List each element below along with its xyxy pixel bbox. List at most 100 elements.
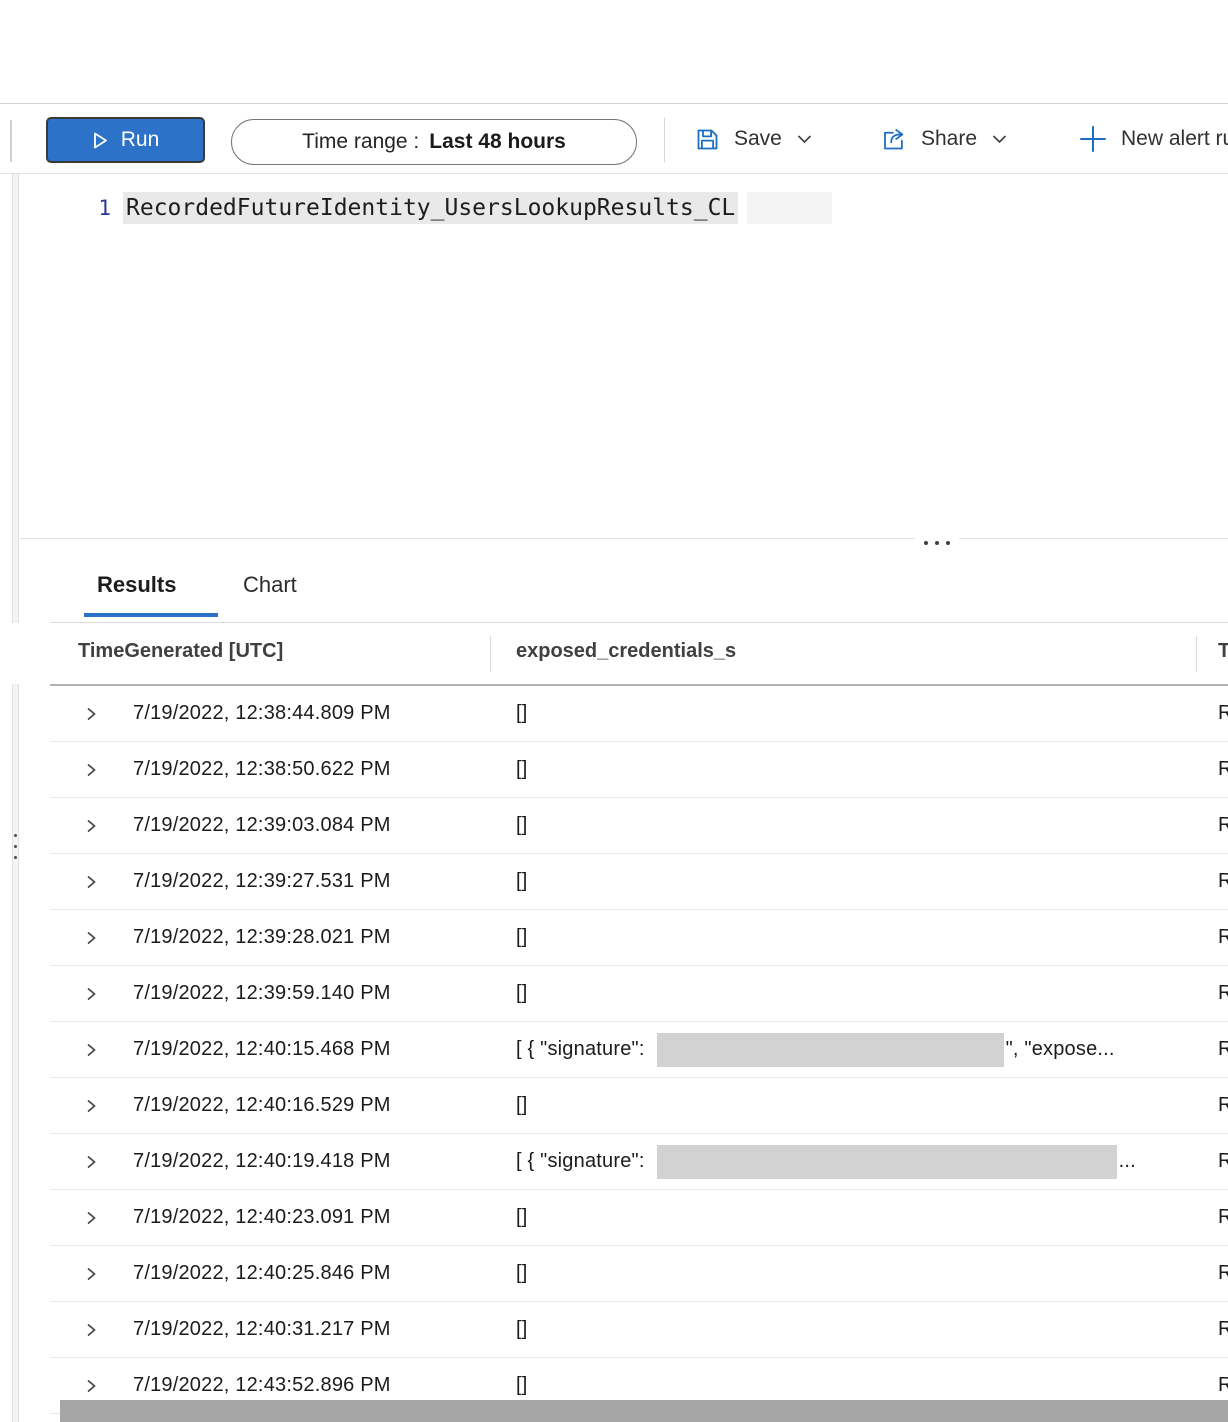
cell-type: R	[1218, 1150, 1228, 1173]
cell-type: R	[1218, 1206, 1228, 1229]
cell-time-generated: 7/19/2022, 12:39:27.531 PM	[133, 870, 391, 893]
chevron-right-icon[interactable]	[84, 1155, 98, 1169]
cell-time-generated: 7/19/2022, 12:38:50.622 PM	[133, 758, 391, 781]
column-header-timegenerated[interactable]: TimeGenerated [UTC]	[78, 640, 283, 663]
panel-splitter[interactable]	[20, 538, 1228, 539]
chevron-right-icon[interactable]	[84, 1323, 98, 1337]
cell-exposed-credentials: []	[516, 1190, 528, 1245]
ellipsis-dots-icon[interactable]	[915, 537, 959, 549]
table-row[interactable]: 7/19/2022, 12:39:28.021 PM [] R	[0, 910, 1228, 966]
run-button[interactable]: Run	[46, 117, 205, 163]
time-range-label: Time range :	[302, 130, 419, 154]
cell-time-generated: 7/19/2022, 12:38:44.809 PM	[133, 702, 391, 725]
cell-type: R	[1218, 926, 1228, 949]
cell-type: R	[1218, 982, 1228, 1005]
redacted-value	[657, 1033, 1004, 1067]
table-row[interactable]: 7/19/2022, 12:40:16.529 PM [] R	[0, 1078, 1228, 1134]
cell-exposed-credentials: []	[516, 742, 528, 797]
cell-exposed-credentials: []	[516, 1078, 528, 1133]
chevron-down-icon	[992, 134, 1007, 144]
table-row[interactable]: 7/19/2022, 12:40:15.468 PM [ { "signatur…	[0, 1022, 1228, 1078]
cell-time-generated: 7/19/2022, 12:40:23.091 PM	[133, 1206, 391, 1229]
cell-time-generated: 7/19/2022, 12:43:52.896 PM	[133, 1374, 391, 1397]
share-button-label: Share	[921, 127, 977, 151]
cell-time-generated: 7/19/2022, 12:40:15.468 PM	[133, 1038, 391, 1061]
table-row[interactable]: 7/19/2022, 12:40:31.217 PM [] R	[0, 1302, 1228, 1358]
chevron-right-icon[interactable]	[84, 1211, 98, 1225]
cell-time-generated: 7/19/2022, 12:39:59.140 PM	[133, 982, 391, 1005]
chevron-down-icon	[797, 134, 812, 144]
save-button[interactable]: Save	[694, 104, 812, 174]
cell-type: R	[1218, 1318, 1228, 1341]
toolbar-divider	[664, 118, 665, 162]
cell-type: R	[1218, 870, 1228, 893]
redacted-value	[657, 1145, 1117, 1179]
tab-results[interactable]: Results	[97, 572, 176, 598]
cell-exposed-credentials: []	[516, 686, 528, 741]
cell-exposed-credentials: []	[516, 1246, 528, 1301]
chevron-right-icon[interactable]	[84, 987, 98, 1001]
cell-time-generated: 7/19/2022, 12:39:03.084 PM	[133, 814, 391, 837]
cell-type: R	[1218, 814, 1228, 837]
table-row[interactable]: 7/19/2022, 12:38:50.622 PM [] R	[0, 742, 1228, 798]
save-button-label: Save	[734, 127, 782, 151]
chevron-right-icon[interactable]	[84, 707, 98, 721]
table-body: 7/19/2022, 12:38:44.809 PM [] R 7/19/202…	[0, 686, 1228, 1414]
cell-time-generated: 7/19/2022, 12:40:25.846 PM	[133, 1262, 391, 1285]
cell-exposed-credentials: []	[516, 966, 528, 1021]
floppy-disk-icon	[694, 126, 721, 153]
table-row[interactable]: 7/19/2022, 12:40:19.418 PM [ { "signatur…	[0, 1134, 1228, 1190]
new-alert-rule-button[interactable]: New alert rule	[1078, 104, 1228, 174]
cell-exposed-credentials: [ { "signature":...	[516, 1134, 1136, 1189]
tab-chart[interactable]: Chart	[243, 572, 297, 598]
table-row[interactable]: 7/19/2022, 12:39:59.140 PM [] R	[0, 966, 1228, 1022]
table-row[interactable]: 7/19/2022, 12:40:25.846 PM [] R	[0, 1246, 1228, 1302]
active-tab-underline	[84, 613, 218, 617]
cell-exposed-credentials: []	[516, 854, 528, 909]
table-row[interactable]: 7/19/2022, 12:39:27.531 PM [] R	[0, 854, 1228, 910]
cell-type: R	[1218, 758, 1228, 781]
run-button-label: Run	[121, 128, 160, 152]
query-workspace: Run Time range : Last 48 hours Save	[0, 0, 1228, 1422]
horizontal-scrollbar-thumb[interactable]	[60, 1400, 1228, 1422]
time-range-value: Last 48 hours	[429, 130, 566, 154]
cell-time-generated: 7/19/2022, 12:40:16.529 PM	[133, 1094, 391, 1117]
cell-exposed-credentials: []	[516, 910, 528, 965]
column-separator[interactable]	[490, 636, 491, 672]
column-header-exposed-credentials[interactable]: exposed_credentials_s	[516, 640, 736, 663]
cell-type: R	[1218, 702, 1228, 725]
column-header-type[interactable]: T	[1218, 640, 1228, 663]
toolbar-left-divider	[10, 120, 12, 162]
cell-exposed-credentials: []	[516, 798, 528, 853]
table-row[interactable]: 7/19/2022, 12:40:23.091 PM [] R	[0, 1190, 1228, 1246]
table-row[interactable]: 7/19/2022, 12:39:03.084 PM [] R	[0, 798, 1228, 854]
chevron-right-icon[interactable]	[84, 875, 98, 889]
chevron-right-icon[interactable]	[84, 1379, 98, 1393]
table-row[interactable]: 7/19/2022, 12:38:44.809 PM [] R	[0, 686, 1228, 742]
query-toolbar: Run Time range : Last 48 hours Save	[0, 104, 1228, 174]
cell-time-generated: 7/19/2022, 12:39:28.021 PM	[133, 926, 391, 949]
cell-exposed-credentials: []	[516, 1302, 528, 1357]
query-line: 1 RecordedFutureIdentity_UsersLookupResu…	[19, 192, 1228, 224]
cell-exposed-credentials: [ { "signature":", "expose...	[516, 1022, 1115, 1077]
query-selection-tail	[747, 192, 832, 224]
share-arrow-icon	[880, 126, 908, 153]
query-text[interactable]: RecordedFutureIdentity_UsersLookupResult…	[123, 192, 738, 224]
chevron-right-icon[interactable]	[84, 1099, 98, 1113]
chevron-right-icon[interactable]	[84, 763, 98, 777]
share-button[interactable]: Share	[880, 104, 1007, 174]
chevron-right-icon[interactable]	[84, 1267, 98, 1281]
new-alert-rule-label: New alert rule	[1121, 127, 1228, 151]
time-range-picker[interactable]: Time range : Last 48 hours	[231, 119, 637, 165]
chevron-right-icon[interactable]	[84, 931, 98, 945]
chevron-right-icon[interactable]	[84, 1043, 98, 1057]
cell-type: R	[1218, 1038, 1228, 1061]
query-editor[interactable]: 1 RecordedFutureIdentity_UsersLookupResu…	[19, 174, 1228, 538]
line-number: 1	[79, 192, 111, 224]
column-separator[interactable]	[1196, 636, 1197, 672]
cell-type: R	[1218, 1374, 1228, 1397]
plus-icon	[1078, 124, 1108, 154]
table-header: TimeGenerated [UTC] exposed_credentials_…	[0, 623, 1228, 684]
chevron-right-icon[interactable]	[84, 819, 98, 833]
cell-time-generated: 7/19/2022, 12:40:31.217 PM	[133, 1318, 391, 1341]
